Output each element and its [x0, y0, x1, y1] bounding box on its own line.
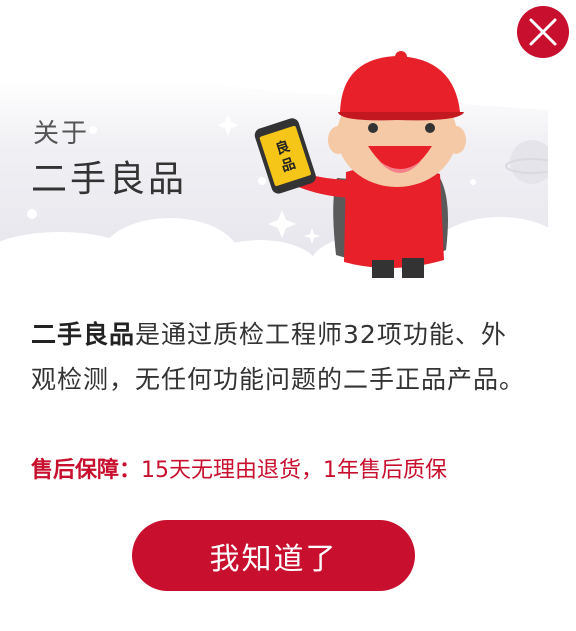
dialog-header: 良 品 关于 二手良品	[0, 0, 548, 290]
header-subtitle: 关于	[33, 119, 90, 149]
description-text: 二手良品是通过质检工程师32项功能、外观检测，无任何功能问题的二手正品产品。	[31, 312, 531, 402]
warranty-label: 售后保障：	[31, 458, 142, 483]
header-title: 二手良品	[31, 159, 188, 200]
description-lead: 二手良品	[31, 320, 136, 349]
about-dialog: 良 品 关于 二手良品 二手良品是通过质检工程师32项功能、外观检测，无任何功能…	[0, 0, 576, 631]
warranty-text: 15天无理由退货，1年售后质保	[141, 458, 448, 483]
close-button[interactable]	[517, 6, 569, 58]
close-icon	[529, 18, 557, 46]
confirm-button[interactable]: 我知道了	[132, 520, 415, 591]
warranty-info: 售后保障：15天无理由退货，1年售后质保	[31, 452, 447, 484]
